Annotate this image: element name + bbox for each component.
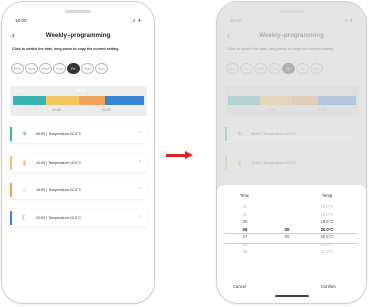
door-icon: ▮: [22, 159, 27, 167]
tick-bottom-1: 22:00: [102, 108, 111, 112]
signal-wifi-battery-icon: .ıl ✈: [130, 18, 142, 23]
card-accent: [10, 183, 12, 197]
timeline-panel: 06:00 18:00 12:00 22:00: [10, 86, 147, 116]
nav-bar: ‹ Weekly–programming: [2, 30, 154, 41]
arrow-head: [185, 151, 193, 159]
minute-wheel[interactable]: 00 00: [275, 203, 299, 263]
schedule-card-3[interactable]: ☾ 22:00 | Temperature:15.0°C ›: [10, 209, 147, 227]
phone-screen-weekly-programming: 16:00 .ıl ✈ ‹ Weekly–programming Click t…: [1, 1, 155, 304]
card-accent: [10, 127, 12, 141]
card-accent: [10, 211, 12, 225]
chevron-right-icon: ›: [139, 130, 141, 136]
day-mon[interactable]: Mon: [11, 63, 24, 74]
picker-option[interactable]: 21.5°C: [315, 248, 339, 256]
tick-bottom-0: 12:00: [52, 108, 61, 112]
timeline-segment: [13, 96, 46, 105]
timeline-segment: [45, 96, 79, 105]
day-wed[interactable]: Wed: [39, 63, 52, 74]
hour-wheel[interactable]: 03 04 05 06 07 08 09: [233, 203, 257, 263]
timeline-segment: [78, 96, 105, 105]
card-accent: [10, 156, 12, 170]
cancel-button[interactable]: Cancel: [233, 284, 246, 289]
picker-option[interactable]: 09: [233, 248, 257, 256]
page-title: Weekly–programming: [45, 32, 111, 39]
schedule-text: 06:00 | Temperature:20.0°C: [36, 132, 82, 136]
picker-time-header: Time: [240, 193, 250, 198]
tick-top-1: 18:00: [76, 89, 85, 93]
arrow-right-icon: [166, 151, 194, 159]
schedule-text: 18:00 | Temperature:22.0°C: [36, 188, 82, 192]
schedule-text: 22:00 | Temperature:15.0°C: [36, 216, 82, 220]
schedule-card-0[interactable]: ☀ 06:00 | Temperature:20.0°C ›: [10, 125, 147, 143]
day-thur[interactable]: Thur: [53, 63, 66, 74]
timeline-bar: [13, 96, 144, 105]
confirm-button[interactable]: Confirm: [321, 284, 336, 289]
schedule-card-2[interactable]: ⌂ 18:00 | Temperature:22.0°C ›: [10, 181, 147, 199]
tick-top-0: 06:00: [14, 89, 23, 93]
chevron-right-icon: ›: [139, 214, 141, 220]
schedule-card-1[interactable]: ▮ 12:00 | Temperature:15.0°C ›: [10, 154, 147, 172]
day-selector: Mon Tues Wed Thur Fri Sat Sun: [11, 63, 108, 74]
timeline-segment: [104, 96, 144, 105]
status-bar: 16:00 .ıl ✈: [15, 18, 142, 25]
chevron-right-icon: ›: [139, 186, 141, 192]
phone-notch: [65, 10, 91, 13]
schedule-text: 12:00 | Temperature:15.0°C: [36, 161, 82, 165]
home-indicator: [274, 295, 309, 297]
day-tues[interactable]: Tues: [25, 63, 38, 74]
day-sun[interactable]: Sun: [95, 63, 108, 74]
status-time: 16:00: [15, 18, 27, 23]
home-icon: ⌂: [22, 186, 27, 194]
phone-screen-time-picker: 16:00 .ıl ✈ ‹ Weekly–programming Click t…: [216, 1, 367, 304]
picker-option[interactable]: [275, 248, 299, 256]
day-sat[interactable]: Sat: [81, 63, 94, 74]
picker-temp-header: Temp: [322, 193, 333, 198]
arrow-shaft: [166, 153, 186, 157]
moon-icon: ☾: [21, 214, 28, 222]
time-temp-picker-sheet: Time Temp 03 04 05 06 07 08 09 00 00 18.0°C 19.0…: [217, 185, 366, 303]
temperature-wheel[interactable]: 18.0°C 19.0°C 19.5°C 20.0°C 20.5°C 21.0°C 21.5…: [315, 203, 339, 263]
hint-text: Click to switch the date, long press to …: [12, 47, 119, 51]
day-fri[interactable]: Fri: [67, 63, 80, 74]
sun-icon: ☀: [21, 130, 28, 138]
chevron-right-icon: ›: [139, 159, 141, 165]
